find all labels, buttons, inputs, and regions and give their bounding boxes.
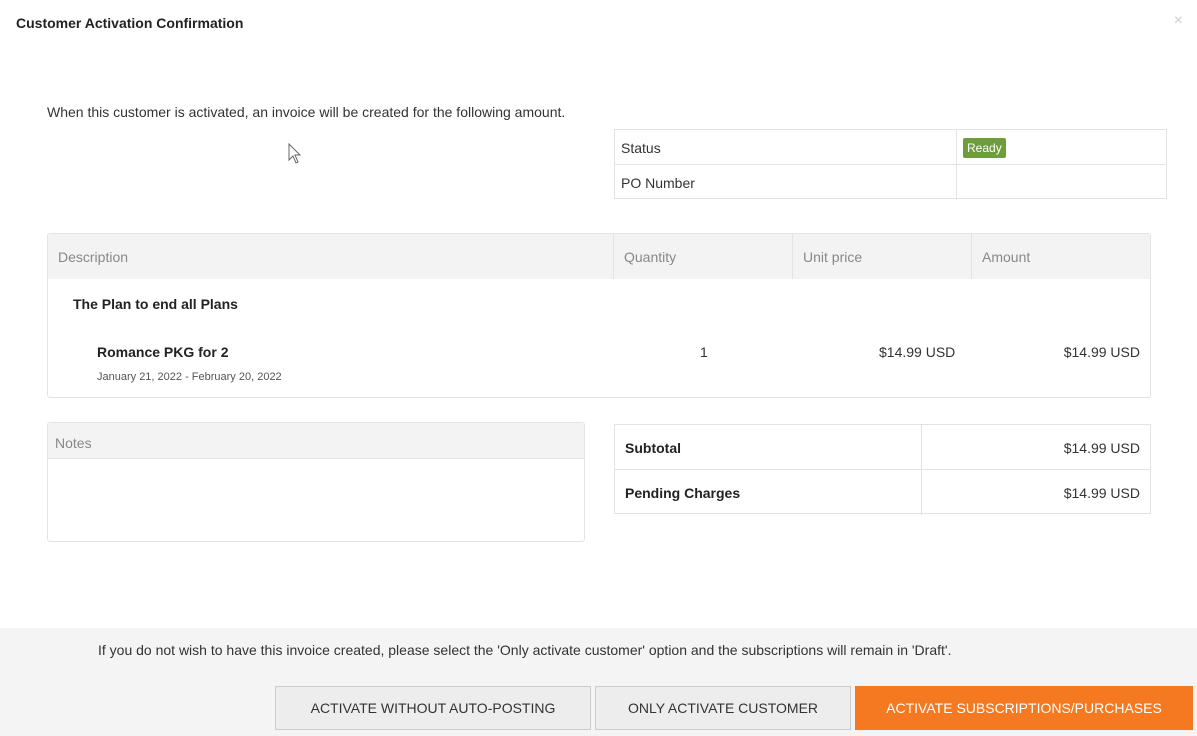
status-cell: Ready — [957, 130, 1166, 164]
close-icon[interactable]: × — [1174, 12, 1183, 30]
po-number-row: PO Number — [615, 165, 1166, 200]
subtotal-label: Subtotal — [615, 425, 922, 469]
line-items-header: Description Quantity Unit price Amount — [48, 234, 1150, 279]
item-dates: January 21, 2022 - February 20, 2022 — [97, 371, 282, 383]
dialog-footer: If you do not wish to have this invoice … — [0, 628, 1197, 736]
header-unit-price[interactable]: Unit price — [793, 234, 972, 279]
intro-text: When this customer is activated, an invo… — [47, 104, 566, 120]
header-amount[interactable]: Amount — [972, 234, 1150, 279]
po-number-value[interactable] — [957, 165, 1166, 200]
subtotal-value: $14.99 USD — [1063, 440, 1140, 456]
po-number-label: PO Number — [615, 165, 957, 200]
dialog-title: Customer Activation Confirmation — [16, 15, 244, 31]
subtotal-row: Subtotal $14.99 USD — [615, 425, 1150, 470]
item-name: Romance PKG for 2 — [97, 344, 229, 360]
notes-field[interactable] — [48, 459, 584, 539]
item-amount: $14.99 USD — [1063, 344, 1140, 360]
pending-charges-value: $14.99 USD — [1063, 485, 1140, 501]
activate-without-auto-posting-button[interactable]: ACTIVATE WITHOUT AUTO-POSTING — [275, 686, 591, 730]
notes-label: Notes — [48, 423, 584, 459]
status-table: Status Ready PO Number — [614, 129, 1167, 200]
pending-charges-label: Pending Charges — [615, 470, 922, 515]
pending-charges-row: Pending Charges $14.99 USD — [615, 470, 1150, 515]
header-quantity[interactable]: Quantity — [614, 234, 793, 279]
status-row: Status Ready — [615, 130, 1166, 165]
header-description[interactable]: Description — [48, 234, 614, 279]
notes-panel: Notes — [47, 422, 585, 542]
mouse-cursor-icon — [288, 143, 302, 164]
activate-subscriptions-button[interactable]: ACTIVATE SUBSCRIPTIONS/PURCHASES — [855, 686, 1193, 730]
only-activate-customer-button[interactable]: ONLY ACTIVATE CUSTOMER — [595, 686, 851, 730]
plan-name: The Plan to end all Plans — [73, 296, 238, 312]
item-quantity: 1 — [700, 344, 708, 360]
status-label: Status — [615, 130, 957, 164]
totals-table: Subtotal $14.99 USD Pending Charges $14.… — [614, 424, 1151, 515]
status-badge: Ready — [963, 138, 1006, 158]
item-unit-price: $14.99 USD — [879, 344, 956, 360]
footer-message: If you do not wish to have this invoice … — [98, 642, 952, 658]
line-items-table: Description Quantity Unit price Amount T… — [47, 233, 1151, 398]
